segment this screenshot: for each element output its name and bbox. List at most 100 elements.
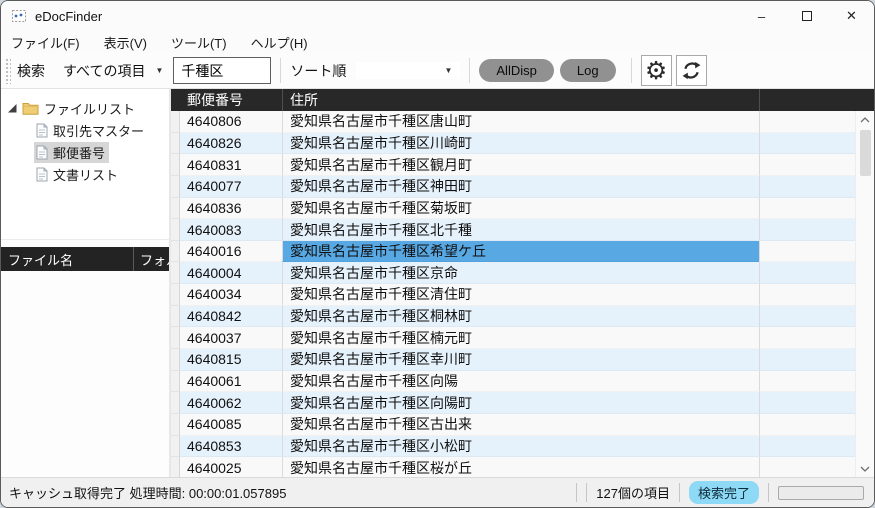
menu-item[interactable]: 表示(V) [104, 33, 147, 52]
status-badge: 検索完了 [689, 481, 759, 504]
chevron-down-icon: ▼ [155, 66, 163, 75]
refresh-button[interactable] [676, 55, 707, 86]
row-header-cell[interactable] [171, 284, 180, 306]
tree-root-file-list[interactable]: ファイルリスト [1, 97, 169, 119]
alldisp-button[interactable]: AllDisp [479, 59, 553, 82]
postal-code-cell[interactable]: 4640034 [180, 284, 282, 306]
address-cell[interactable]: 愛知県名古屋市千種区唐山町 [282, 111, 759, 133]
address-cell-selected[interactable]: 愛知県名古屋市千種区希望ケ丘 [282, 241, 759, 263]
postal-code-cell[interactable]: 4640062 [180, 392, 282, 414]
row-header-cell[interactable] [171, 176, 180, 198]
table-row[interactable]: 4640842愛知県名古屋市千種区桐林町 [171, 306, 855, 328]
row-header-cell[interactable] [171, 414, 180, 436]
address-cell[interactable]: 愛知県名古屋市千種区観月町 [282, 154, 759, 176]
postal-code-cell[interactable]: 4640836 [180, 198, 282, 220]
address-cell[interactable]: 愛知県名古屋市千種区向陽町 [282, 392, 759, 414]
table-row[interactable]: 4640062愛知県名古屋市千種区向陽町 [171, 392, 855, 414]
postal-code-cell[interactable]: 4640004 [180, 262, 282, 284]
postal-code-cell[interactable]: 4640853 [180, 436, 282, 458]
table-row[interactable]: 4640004愛知県名古屋市千種区京命 [171, 262, 855, 284]
sort-order-dropdown[interactable]: ▼ [356, 62, 460, 79]
tree-expand-icon[interactable] [8, 104, 17, 113]
postal-code-cell[interactable]: 4640806 [180, 111, 282, 133]
address-cell[interactable]: 愛知県名古屋市千種区菊坂町 [282, 198, 759, 220]
address-cell[interactable]: 愛知県名古屋市千種区桐林町 [282, 306, 759, 328]
sidebar-item-document-list[interactable]: 文書リスト [1, 163, 169, 185]
postal-code-cell[interactable]: 4640815 [180, 349, 282, 371]
row-header-cell[interactable] [171, 371, 180, 393]
row-header-cell[interactable] [171, 306, 180, 328]
table-row[interactable]: 4640083愛知県名古屋市千種区北千種 [171, 219, 855, 241]
postal-code-cell[interactable]: 4640025 [180, 457, 282, 477]
row-header-cell[interactable] [171, 392, 180, 414]
menu-item[interactable]: ツール(T) [171, 33, 227, 52]
postal-code-cell[interactable]: 4640842 [180, 306, 282, 328]
postal-code-column-header[interactable]: 郵便番号 [180, 89, 282, 111]
row-header-cell[interactable] [171, 111, 180, 133]
row-header-cell[interactable] [171, 133, 180, 155]
address-cell[interactable]: 愛知県名古屋市千種区神田町 [282, 176, 759, 198]
address-cell[interactable]: 愛知県名古屋市千種区京命 [282, 262, 759, 284]
row-header-cell[interactable] [171, 457, 180, 477]
table-row[interactable]: 4640806愛知県名古屋市千種区唐山町 [171, 111, 855, 133]
maximize-button[interactable] [784, 1, 829, 31]
row-header-cell[interactable] [171, 262, 180, 284]
table-row[interactable]: 4640836愛知県名古屋市千種区菊坂町 [171, 198, 855, 220]
scrollbar-thumb[interactable] [860, 130, 871, 176]
address-cell[interactable]: 愛知県名古屋市千種区清住町 [282, 284, 759, 306]
empty-cell [759, 133, 855, 155]
table-row[interactable]: 4640085愛知県名古屋市千種区古出来 [171, 414, 855, 436]
minimize-button[interactable]: – [739, 1, 784, 31]
settings-button[interactable]: ⚙ [641, 55, 672, 86]
menu-item[interactable]: ファイル(F) [11, 33, 80, 52]
table-row[interactable]: 4640037愛知県名古屋市千種区楠元町 [171, 327, 855, 349]
log-button[interactable]: Log [560, 59, 616, 82]
table-row[interactable]: 4640077愛知県名古屋市千種区神田町 [171, 176, 855, 198]
postal-code-cell[interactable]: 4640016 [180, 241, 282, 263]
postal-code-cell[interactable]: 4640083 [180, 219, 282, 241]
menu-item[interactable]: ヘルプ(H) [251, 33, 308, 52]
toolbar-grip-handle[interactable] [5, 58, 11, 84]
row-header-cell[interactable] [171, 241, 180, 263]
row-header-cell[interactable] [171, 327, 180, 349]
postal-code-cell[interactable]: 4640831 [180, 154, 282, 176]
row-header-cell[interactable] [171, 436, 180, 458]
search-scope-dropdown[interactable]: すべての項目 ▼ [55, 57, 171, 85]
row-header-cell[interactable] [171, 198, 180, 220]
search-input[interactable] [173, 57, 271, 84]
address-cell[interactable]: 愛知県名古屋市千種区小松町 [282, 436, 759, 458]
table-row[interactable]: 4640025愛知県名古屋市千種区桜が丘 [171, 457, 855, 477]
vertical-scrollbar[interactable] [855, 111, 874, 477]
row-header-cell[interactable] [171, 219, 180, 241]
sidebar-item-client-master[interactable]: 取引先マスター [1, 119, 169, 141]
file-name-column-header[interactable]: ファイル名 [1, 247, 134, 271]
address-cell[interactable]: 愛知県名古屋市千種区北千種 [282, 219, 759, 241]
postal-code-cell[interactable]: 4640826 [180, 133, 282, 155]
toolbar-separator [280, 58, 281, 83]
postal-code-cell[interactable]: 4640085 [180, 414, 282, 436]
folder-column-header[interactable]: フォル [134, 247, 169, 271]
table-row[interactable]: 4640826愛知県名古屋市千種区川崎町 [171, 133, 855, 155]
scroll-down-button[interactable] [856, 460, 874, 477]
address-cell[interactable]: 愛知県名古屋市千種区古出来 [282, 414, 759, 436]
sidebar-item-postal-code[interactable]: 郵便番号 [1, 141, 169, 163]
table-row[interactable]: 4640016愛知県名古屋市千種区希望ケ丘 [171, 241, 855, 263]
postal-code-cell[interactable]: 4640077 [180, 176, 282, 198]
address-cell[interactable]: 愛知県名古屋市千種区幸川町 [282, 349, 759, 371]
address-cell[interactable]: 愛知県名古屋市千種区桜が丘 [282, 457, 759, 477]
address-cell[interactable]: 愛知県名古屋市千種区向陽 [282, 371, 759, 393]
postal-code-cell[interactable]: 4640037 [180, 327, 282, 349]
address-cell[interactable]: 愛知県名古屋市千種区川崎町 [282, 133, 759, 155]
table-row[interactable]: 4640853愛知県名古屋市千種区小松町 [171, 436, 855, 458]
postal-code-cell[interactable]: 4640061 [180, 371, 282, 393]
table-row[interactable]: 4640061愛知県名古屋市千種区向陽 [171, 371, 855, 393]
address-cell[interactable]: 愛知県名古屋市千種区楠元町 [282, 327, 759, 349]
scroll-up-button[interactable] [856, 111, 874, 128]
row-header-cell[interactable] [171, 154, 180, 176]
address-column-header[interactable]: 住所 [282, 89, 759, 111]
table-row[interactable]: 4640815愛知県名古屋市千種区幸川町 [171, 349, 855, 371]
table-row[interactable]: 4640034愛知県名古屋市千種区清住町 [171, 284, 855, 306]
table-row[interactable]: 4640831愛知県名古屋市千種区観月町 [171, 154, 855, 176]
close-button[interactable]: ✕ [829, 1, 874, 31]
row-header-cell[interactable] [171, 349, 180, 371]
